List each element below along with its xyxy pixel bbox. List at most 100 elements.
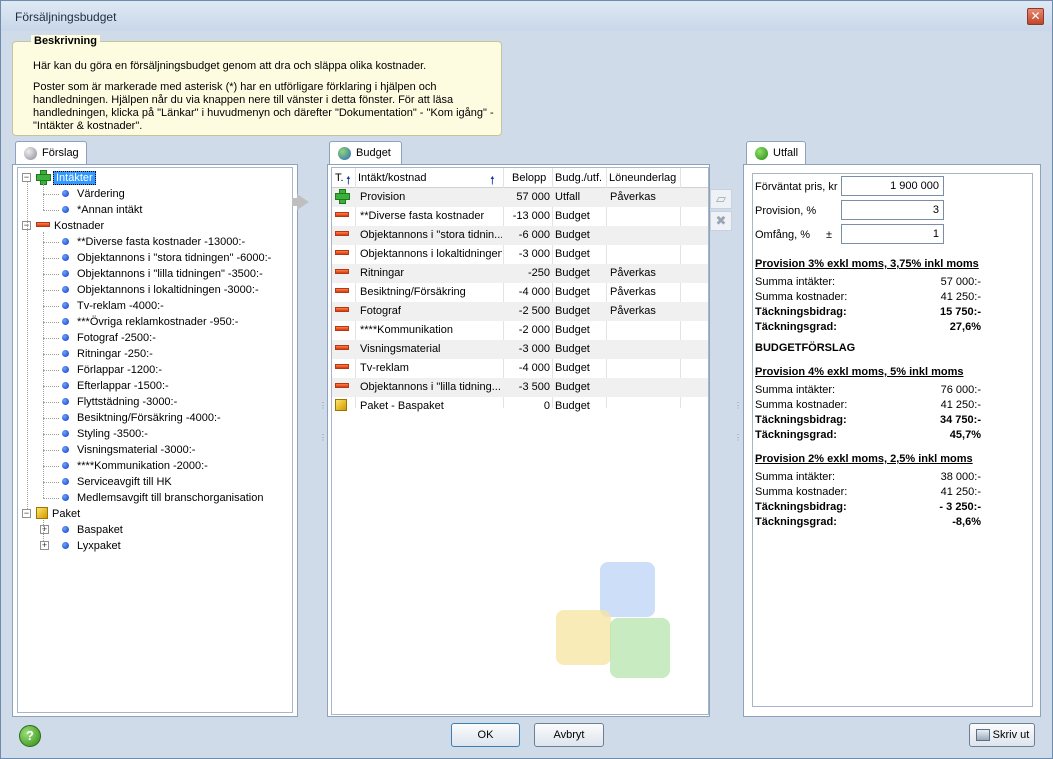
tree-item[interactable]: ****Kommunikation -2000:- bbox=[62, 458, 208, 474]
tree-item-label: Objektannons i lokaltidningen -3000:- bbox=[77, 284, 259, 296]
row-name: Objektannons i "stora tidnin... bbox=[360, 229, 502, 241]
tree-item-label: Tv-reklam -4000:- bbox=[77, 300, 164, 312]
row-belopp: -6 000 bbox=[518, 229, 550, 241]
collapse-icon[interactable]: − bbox=[22, 509, 31, 518]
tree-line bbox=[43, 520, 44, 541]
tree-item[interactable]: Objektannons i "lilla tidningen" -3500:- bbox=[62, 266, 263, 282]
result-label: Täckningsbidrag: bbox=[755, 501, 847, 513]
tree-item[interactable]: Medlemsavgift till branschorganisation bbox=[62, 490, 263, 506]
tree-item-label: Ritningar -250:- bbox=[77, 348, 153, 360]
row-belopp: -4 000 bbox=[518, 362, 550, 374]
tab-budget-label: Budget bbox=[356, 147, 391, 159]
row-name: Tv-reklam bbox=[360, 362, 409, 374]
table-row[interactable]: Objektannons i lokaltidningen -3 000 Budge… bbox=[332, 245, 708, 264]
splitter-handle[interactable]: ⋮ bbox=[319, 401, 327, 410]
description-text: Här kan du göra en försäljningsbudget ge… bbox=[33, 60, 503, 141]
tree-item[interactable]: *Annan intäkt bbox=[62, 202, 142, 218]
close-button[interactable]: ✕ bbox=[1027, 8, 1044, 25]
tree-item[interactable]: Efterlappar -1500:- bbox=[62, 378, 169, 394]
table-row[interactable]: Fotograf -2 500 Budget Påverkas bbox=[332, 302, 708, 321]
tab-budget[interactable]: Budget bbox=[329, 141, 402, 165]
col-header-belopp[interactable]: Belopp bbox=[512, 172, 546, 184]
add-to-budget-arrow-icon[interactable] bbox=[297, 194, 309, 210]
tree-line bbox=[43, 258, 59, 259]
tree-node-intakter[interactable]: Intäkter bbox=[36, 170, 96, 186]
tree-item[interactable]: ***Övriga reklamkostnader -950:- bbox=[62, 314, 238, 330]
cost-minus-icon bbox=[36, 222, 50, 227]
cancel-button[interactable]: Avbryt bbox=[534, 723, 604, 747]
result-value: 27,6% bbox=[949, 321, 981, 333]
budgetforslag-heading: BUDGETFÖRSLAG bbox=[755, 342, 856, 354]
ok-button[interactable]: OK bbox=[451, 723, 520, 747]
table-row[interactable]: Visningsmaterial -3 000 Budget bbox=[332, 340, 708, 359]
col-header-loneunderlag[interactable]: Löneunderlag bbox=[609, 172, 676, 184]
tab-forslag[interactable]: Förslag bbox=[15, 141, 87, 165]
result-value: - 3 250:- bbox=[939, 501, 981, 513]
splitter-handle[interactable]: ⋮ bbox=[734, 433, 742, 442]
table-row[interactable]: Objektannons i "lilla tidning... -3 500 Bu… bbox=[332, 378, 708, 397]
tree-item[interactable]: Värdering bbox=[62, 186, 125, 202]
col-header-type[interactable]: T. bbox=[335, 172, 344, 184]
expand-icon[interactable]: + bbox=[40, 541, 49, 550]
table-row[interactable]: Paket - Baspaket 0 Budget bbox=[332, 397, 708, 416]
tree-item[interactable]: Förlappar -1200:- bbox=[62, 362, 162, 378]
tree-item[interactable]: Fotograf -2500:- bbox=[62, 330, 156, 346]
collapse-icon[interactable]: − bbox=[22, 173, 31, 182]
row-belopp: -2 000 bbox=[518, 324, 550, 336]
omfang-input[interactable]: 1 bbox=[841, 224, 944, 244]
printer-icon bbox=[976, 729, 990, 741]
budget-table: T. 🠕 Intäkt/kostnad 🠕 Belopp Budg./utf. … bbox=[331, 167, 709, 715]
tab-utfall[interactable]: Utfall bbox=[746, 141, 806, 165]
row-belopp: -3 000 bbox=[518, 248, 550, 260]
tree-item[interactable]: Objektannons i "stora tidningen" -6000:- bbox=[62, 250, 271, 266]
splitter-handle[interactable]: ⋮ bbox=[734, 401, 742, 410]
tree-item[interactable]: Besiktning/Försäkring -4000:- bbox=[62, 410, 221, 426]
suggestion-tree[interactable]: Intäkter − Värdering *Annan intäkt Kostnader… bbox=[17, 167, 293, 713]
expected-price-input[interactable]: 1 900 000 bbox=[841, 176, 944, 196]
table-row[interactable]: **Diverse fasta kostnader -13 000 Budget bbox=[332, 207, 708, 226]
tree-item[interactable]: Ritningar -250:- bbox=[62, 346, 153, 362]
delete-item-icon[interactable]: ✖ bbox=[710, 211, 732, 231]
tree-item[interactable]: Baspaket bbox=[62, 522, 123, 538]
tree-line bbox=[43, 184, 44, 210]
tree-line bbox=[27, 182, 28, 509]
tree-line bbox=[43, 354, 59, 355]
tree-item[interactable]: Styling -3500:- bbox=[62, 426, 148, 442]
row-budg-utf: Budget bbox=[555, 381, 590, 393]
tree-item[interactable]: Objektannons i lokaltidningen -3000:- bbox=[62, 282, 259, 298]
bullet-icon bbox=[62, 414, 69, 421]
tree-item[interactable]: Lyxpaket bbox=[62, 538, 121, 554]
table-row[interactable]: Besiktning/Försäkring -4 000 Budget Påverka… bbox=[332, 283, 708, 302]
row-name: Ritningar bbox=[360, 267, 405, 279]
table-row[interactable]: ****Kommunikation -2 000 Budget bbox=[332, 321, 708, 340]
table-row[interactable]: Tv-reklam -4 000 Budget bbox=[332, 359, 708, 378]
tree-item[interactable]: **Diverse fasta kostnader -13000:- bbox=[62, 234, 245, 250]
result-value: 41 250:- bbox=[940, 291, 981, 303]
package-icon bbox=[36, 507, 48, 519]
help-button[interactable]: ? bbox=[19, 725, 41, 747]
tree-node-kostnader[interactable]: Kostnader bbox=[36, 218, 104, 234]
splitter-handle[interactable]: ⋮ bbox=[319, 433, 327, 442]
table-row[interactable]: Objektannons i "stora tidnin... -6 000 Bud… bbox=[332, 226, 708, 245]
bullet-icon bbox=[62, 238, 69, 245]
row-belopp: 57 000 bbox=[516, 191, 550, 203]
col-header-budg-utf[interactable]: Budg./utf. bbox=[555, 172, 602, 184]
tree-item[interactable]: Serviceavgift till HK bbox=[62, 474, 172, 490]
col-header-name[interactable]: Intäkt/kostnad bbox=[358, 172, 427, 184]
row-loneunderlag: Påverkas bbox=[610, 191, 656, 203]
provision-input[interactable]: 3 bbox=[841, 200, 944, 220]
result-value: 41 250:- bbox=[940, 486, 981, 498]
cubes-watermark-icon bbox=[556, 562, 670, 678]
tree-item-label: Objektannons i "stora tidningen" -6000:- bbox=[77, 252, 272, 264]
tree-item[interactable]: Visningsmaterial -3000:- bbox=[62, 442, 195, 458]
result-value: 76 000:- bbox=[940, 384, 981, 396]
expand-icon[interactable]: + bbox=[40, 525, 49, 534]
table-row[interactable]: Provision 57 000 Utfall Påverkas bbox=[332, 188, 708, 207]
tree-item[interactable]: Flyttstädning -3000:- bbox=[62, 394, 177, 410]
tree-item-label: Styling -3500:- bbox=[77, 428, 148, 440]
tree-item[interactable]: Tv-reklam -4000:- bbox=[62, 298, 164, 314]
package-icon bbox=[335, 399, 347, 411]
table-row[interactable]: Ritningar -250 Budget Påverkas bbox=[332, 264, 708, 283]
print-button[interactable]: Skriv ut bbox=[969, 723, 1035, 747]
edit-item-icon[interactable]: ▱ bbox=[710, 189, 732, 209]
